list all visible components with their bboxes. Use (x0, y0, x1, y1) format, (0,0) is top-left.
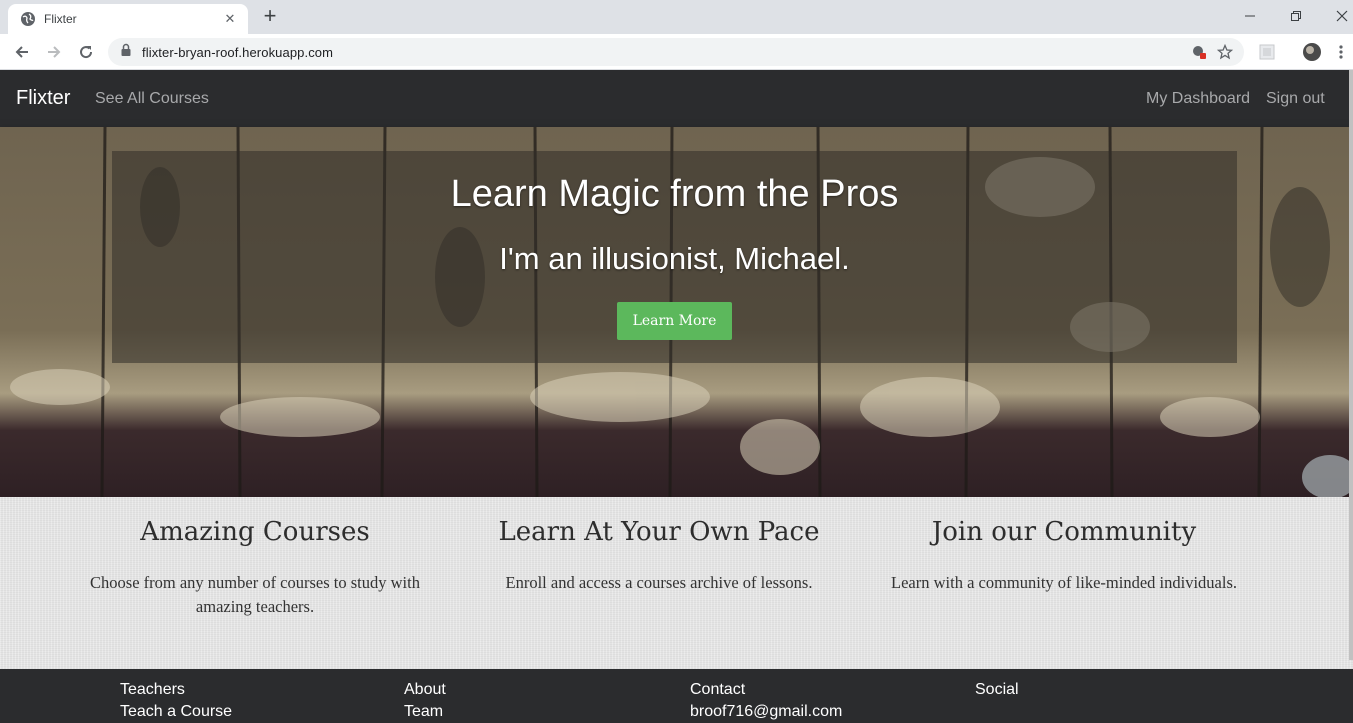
back-arrow-icon[interactable] (10, 40, 34, 64)
bookmark-star-icon[interactable] (1212, 39, 1238, 65)
nav-link-my-dashboard[interactable]: My Dashboard (1146, 90, 1250, 108)
learn-more-button[interactable]: Learn More (617, 302, 732, 340)
hero-jumbotron: Learn Magic from the Pros I'm an illusio… (112, 151, 1237, 363)
footer-column-contact: Contact broof716@gmail.com (690, 681, 842, 721)
brand-logo[interactable]: Flixter (16, 87, 70, 110)
close-window-icon[interactable] (1319, 0, 1353, 32)
features-section: Amazing Courses Choose from any number o… (0, 497, 1353, 669)
footer-column-about: About Team (404, 681, 446, 721)
new-tab-button[interactable]: + (258, 5, 282, 29)
more-menu-icon[interactable] (1333, 40, 1349, 64)
site-footer: Teachers Teach a Course About Team Conta… (0, 669, 1353, 723)
lock-icon (120, 43, 132, 62)
footer-heading: Contact (690, 681, 746, 698)
url-text: flixter-bryan-roof.herokuapp.com (142, 44, 334, 60)
close-tab-icon[interactable]: ✕ (222, 11, 238, 27)
forward-arrow-icon[interactable] (42, 40, 66, 64)
browser-toolbar: flixter-bryan-roof.herokuapp.com (0, 34, 1353, 70)
feature-text: Enroll and access a courses archive of l… (505, 573, 813, 592)
tab-title: Flixter (44, 12, 77, 26)
footer-heading: Teachers (120, 681, 185, 698)
feature-title: Learn At Your Own Pace (498, 517, 820, 547)
feature-amazing-courses: Amazing Courses Choose from any number o… (45, 517, 465, 619)
nav-link-see-all-courses[interactable]: See All Courses (95, 90, 209, 108)
globe-icon (20, 11, 36, 27)
footer-link-teach-a-course[interactable]: Teach a Course (120, 703, 232, 721)
footer-heading: About (404, 681, 446, 698)
feature-title: Amazing Courses (140, 517, 370, 547)
blocked-cookie-icon[interactable] (1186, 39, 1212, 65)
site-navbar: Flixter See All Courses My Dashboard Sig… (0, 70, 1353, 127)
feature-text: Choose from any number of courses to stu… (90, 573, 420, 616)
feature-text: Learn with a community of like-minded in… (891, 573, 1237, 592)
footer-column-social: Social (975, 681, 1019, 699)
feature-join-our-community: Join our Community Learn with a communit… (854, 517, 1274, 595)
minimize-icon[interactable] (1227, 0, 1273, 32)
browser-tab-strip: Flixter ✕ + (0, 0, 1353, 34)
hero-subtitle: I'm an illusionist, Michael. (499, 241, 850, 276)
footer-link-email[interactable]: broof716@gmail.com (690, 703, 842, 721)
nav-link-sign-out[interactable]: Sign out (1266, 90, 1325, 108)
feature-title: Join our Community (931, 517, 1197, 547)
restore-icon[interactable] (1273, 0, 1319, 32)
hero-title: Learn Magic from the Pros (450, 173, 899, 215)
profile-avatar[interactable] (1300, 40, 1324, 64)
address-bar[interactable]: flixter-bryan-roof.herokuapp.com (108, 38, 1244, 66)
extension-icon[interactable] (1255, 40, 1279, 64)
reload-icon[interactable] (74, 40, 98, 64)
feature-learn-at-your-own-pace: Learn At Your Own Pace Enroll and access… (449, 517, 869, 595)
page-viewport: Flixter See All Courses My Dashboard Sig… (0, 70, 1353, 723)
footer-link-team[interactable]: Team (404, 703, 446, 721)
page-scrollbar[interactable] (1349, 70, 1353, 660)
footer-column-teachers: Teachers Teach a Course (120, 681, 232, 721)
hero-banner: Learn Magic from the Pros I'm an illusio… (0, 127, 1353, 497)
browser-tab[interactable]: Flixter ✕ (8, 4, 248, 34)
footer-heading: Social (975, 681, 1019, 698)
